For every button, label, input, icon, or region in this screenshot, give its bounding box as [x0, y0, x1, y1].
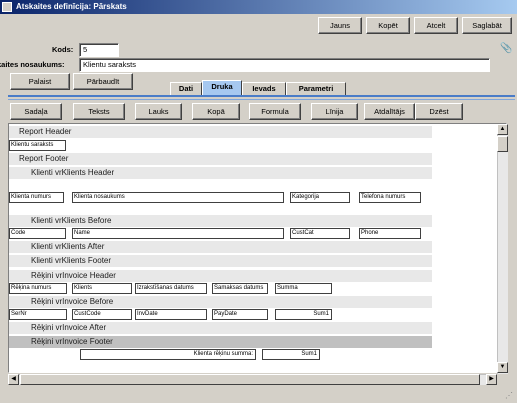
run-button[interactable]: Palaist	[10, 73, 70, 90]
band-invoice-footer[interactable]: Rēķini vrInvoice Footer	[9, 336, 432, 348]
code-field[interactable]: 5	[79, 43, 119, 57]
paperclip-icon[interactable]: 📎	[500, 43, 512, 54]
band-clients-header[interactable]: Klienti vrKlients Header	[9, 167, 432, 179]
band-invoice-before[interactable]: Rēķini vrInvoice Before	[9, 296, 432, 308]
issue-date-header[interactable]: Izrakstīšanas datums	[135, 283, 207, 294]
report-designer-canvas[interactable]: Report Header Klientu saraksts Report Fo…	[8, 123, 507, 373]
cancel-button[interactable]: Atcelt	[414, 17, 458, 34]
invoice-sum-field[interactable]: Sum1	[262, 349, 320, 360]
band-report-footer[interactable]: Report Footer	[9, 153, 432, 165]
vertical-scrollbar[interactable]: ▲ ▼	[497, 124, 508, 374]
band-label: Rēķini vrInvoice After	[31, 323, 107, 332]
band-label: Klienti vrKlients After	[31, 242, 105, 251]
band-label: Klienti vrKlients Footer	[31, 256, 112, 265]
code-field-band[interactable]: Code	[9, 228, 66, 239]
title-bar: Atskaites definīcija: Pārskats	[0, 0, 517, 14]
band-label: Klienti vrKlients Before	[31, 216, 112, 225]
client-number-header[interactable]: Klienta numurs	[9, 192, 64, 203]
category-header[interactable]: Kategorija	[290, 192, 350, 203]
band-label: Report Header	[19, 127, 72, 136]
name-field-band[interactable]: Name	[72, 228, 284, 239]
horizontal-scroll-thumb[interactable]	[20, 374, 480, 385]
client-name-header[interactable]: Klienta nosaukums	[72, 192, 284, 203]
code-label: Kods:	[52, 45, 74, 54]
band-label: Rēķini vrInvoice Header	[31, 271, 116, 280]
band-clients-after[interactable]: Klienti vrKlients After	[9, 241, 432, 253]
band-label: Rēķini vrInvoice Footer	[31, 337, 113, 346]
band-label: Report Footer	[19, 154, 69, 163]
band-invoice-after[interactable]: Rēķini vrInvoice After	[9, 322, 432, 334]
report-title-field[interactable]: Klientu saraksts	[9, 140, 66, 151]
formula-button[interactable]: Formula	[249, 103, 301, 120]
client-invoice-sum-label[interactable]: Klienta rēķinu summa:	[80, 349, 256, 360]
scroll-down-icon[interactable]: ▼	[497, 362, 508, 373]
name-label: kaites nosaukums:	[0, 60, 65, 69]
line-button[interactable]: Līnija	[311, 103, 358, 120]
band-clients-before[interactable]: Klienti vrKlients Before	[9, 215, 432, 227]
copy-button[interactable]: Kopēt	[366, 17, 410, 34]
scroll-left-icon[interactable]: ◀	[8, 374, 19, 385]
sum1-field[interactable]: Sum1	[275, 309, 332, 320]
sum-header[interactable]: Summa	[275, 283, 332, 294]
app-icon	[2, 2, 12, 12]
paydate-field[interactable]: PayDate	[212, 309, 268, 320]
horizontal-scrollbar[interactable]: ◀ ▶	[8, 374, 497, 385]
pay-date-header[interactable]: Samaksas datums	[212, 283, 268, 294]
total-button[interactable]: Kopā	[192, 103, 240, 120]
phone-header[interactable]: Telefona numurs	[359, 192, 421, 203]
tab-parametri[interactable]: Parametri	[286, 82, 346, 96]
tab-dati[interactable]: Dati	[170, 82, 202, 96]
save-button[interactable]: Saglabāt	[462, 17, 512, 34]
delete-button[interactable]: Dzēst	[415, 103, 463, 120]
band-invoice-header[interactable]: Rēķini vrInvoice Header	[9, 270, 432, 282]
band-label: Rēķini vrInvoice Before	[31, 297, 114, 306]
invdate-field[interactable]: InvDate	[135, 309, 207, 320]
scroll-right-icon[interactable]: ▶	[486, 374, 497, 385]
invoice-number-header[interactable]: Rēķina numurs	[9, 283, 67, 294]
band-label: Klienti vrKlients Header	[31, 168, 115, 177]
text-button[interactable]: Teksts	[73, 103, 125, 120]
tab-druka[interactable]: Druka	[202, 80, 242, 96]
name-field[interactable]: Klientu saraksts	[79, 58, 490, 72]
separator-button[interactable]: Atdalītājs	[364, 103, 415, 120]
scroll-up-icon[interactable]: ▲	[497, 124, 508, 135]
vertical-scroll-thumb[interactable]	[497, 136, 508, 152]
check-button[interactable]: Pārbaudīt	[73, 73, 133, 90]
sernr-field[interactable]: SerNr	[9, 309, 67, 320]
custcode-field[interactable]: CustCode	[72, 309, 132, 320]
tab-underline-secondary	[8, 99, 515, 100]
resize-grip-icon[interactable]: ⋰	[505, 391, 515, 401]
section-button[interactable]: Sadaļa	[10, 103, 62, 120]
window-title: Atskaites definīcija: Pārskats	[16, 2, 127, 11]
tab-underline	[8, 95, 515, 97]
band-clients-footer[interactable]: Klienti vrKlients Footer	[9, 255, 432, 267]
tab-ievads[interactable]: Ievads	[242, 82, 286, 96]
phone-field[interactable]: Phone	[359, 228, 421, 239]
invoice-client-header[interactable]: Klients	[72, 283, 132, 294]
field-button[interactable]: Lauks	[135, 103, 182, 120]
custcat-field[interactable]: CustCat	[290, 228, 350, 239]
band-report-header[interactable]: Report Header	[9, 126, 432, 138]
new-button[interactable]: Jauns	[318, 17, 362, 34]
